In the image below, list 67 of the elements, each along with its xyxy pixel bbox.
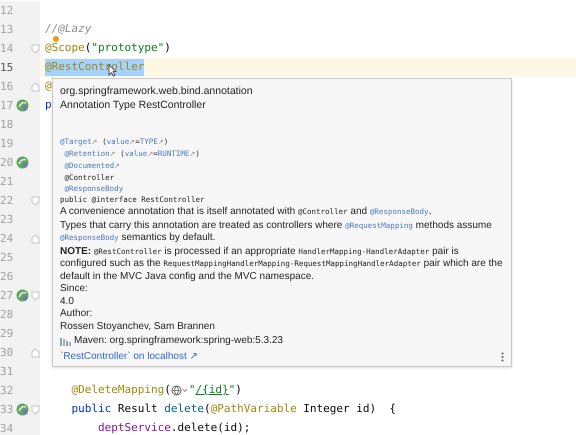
doc-heading: Annotation Type RestController: [60, 98, 207, 112]
fold-marker-icon[interactable]: [30, 234, 40, 244]
code-token: @PathVariable: [210, 401, 297, 418]
code-token: ): [235, 382, 242, 398]
line-number: 17: [0, 100, 14, 111]
section-value: Rossen Stoyanchev, Sam Brannen: [60, 320, 216, 333]
code-token: ): [164, 40, 171, 56]
more-icon[interactable]: [501, 352, 504, 362]
globe-icon[interactable]: [170, 385, 189, 396]
external-doc-link[interactable]: `RestController` on localhost ↗: [60, 350, 198, 363]
bean-icon[interactable]: [16, 99, 28, 112]
bean-icon[interactable]: [16, 156, 28, 169]
code-token: Integer id) {: [302, 401, 396, 418]
line-number: 25: [0, 252, 14, 263]
code-token: (: [84, 40, 92, 56]
line-number: 31: [0, 366, 14, 377]
code-token: delete: [164, 401, 204, 418]
line-number: 30: [0, 347, 14, 358]
line-number: 21: [0, 176, 14, 187]
line-number: 32: [0, 385, 14, 396]
code-token: @DeleteMapping: [70, 382, 164, 398]
library-text: Maven: org.springframework:spring-web:5.3.23: [74, 335, 283, 348]
bulb-icon[interactable]: [53, 36, 59, 42]
line-number: 13: [0, 24, 14, 35]
line-number: 28: [0, 309, 14, 320]
code-token: //@Lazy: [45, 21, 92, 38]
line-number: 26: [0, 271, 14, 282]
package-name: org.springframework.web.bind.annotation: [60, 84, 254, 98]
line-number: 33: [0, 404, 14, 415]
section-value: 4.0: [60, 296, 75, 308]
fold-marker-icon[interactable]: [30, 196, 40, 206]
code-token: ": [188, 382, 196, 398]
code-token: (: [204, 401, 211, 418]
line-number: 12: [0, 5, 14, 16]
line-number: 34: [0, 423, 14, 434]
fold-marker-icon[interactable]: [30, 44, 40, 54]
section-label: Author:: [60, 308, 94, 320]
line-number: 24: [0, 233, 14, 244]
fold-marker-icon[interactable]: [30, 290, 40, 300]
code-token: @Scope: [45, 40, 85, 56]
code-token: @: [45, 78, 52, 94]
fold-marker-icon[interactable]: [30, 348, 40, 358]
code-token: Result: [116, 401, 159, 418]
code-token: ": [228, 382, 236, 398]
section-label: Since:: [60, 283, 89, 296]
library-icon: [60, 336, 71, 346]
line-number: 19: [0, 138, 14, 149]
line-number: 14: [0, 43, 14, 54]
code-token: "prototype": [91, 40, 164, 56]
line-number: 20: [0, 157, 14, 168]
code-token: .delete(id);: [170, 420, 250, 435]
code-token: deptService: [96, 420, 171, 435]
code-token: (: [164, 382, 171, 398]
code-token: public: [70, 401, 112, 418]
line-number: 29: [0, 328, 14, 339]
line-number: 16: [0, 81, 14, 92]
code-token: /{id}: [195, 382, 229, 398]
line-number: 15: [0, 62, 14, 73]
code-token: p: [45, 97, 52, 114]
line-number: 23: [0, 214, 14, 225]
bean-icon[interactable]: [16, 289, 28, 302]
fold-marker-icon[interactable]: [30, 82, 40, 92]
line-number: 22: [0, 195, 14, 206]
fold-marker-icon[interactable]: [30, 404, 40, 414]
bean-icon[interactable]: [16, 403, 28, 416]
line-number: 18: [0, 119, 14, 130]
line-number: 27: [0, 290, 14, 301]
